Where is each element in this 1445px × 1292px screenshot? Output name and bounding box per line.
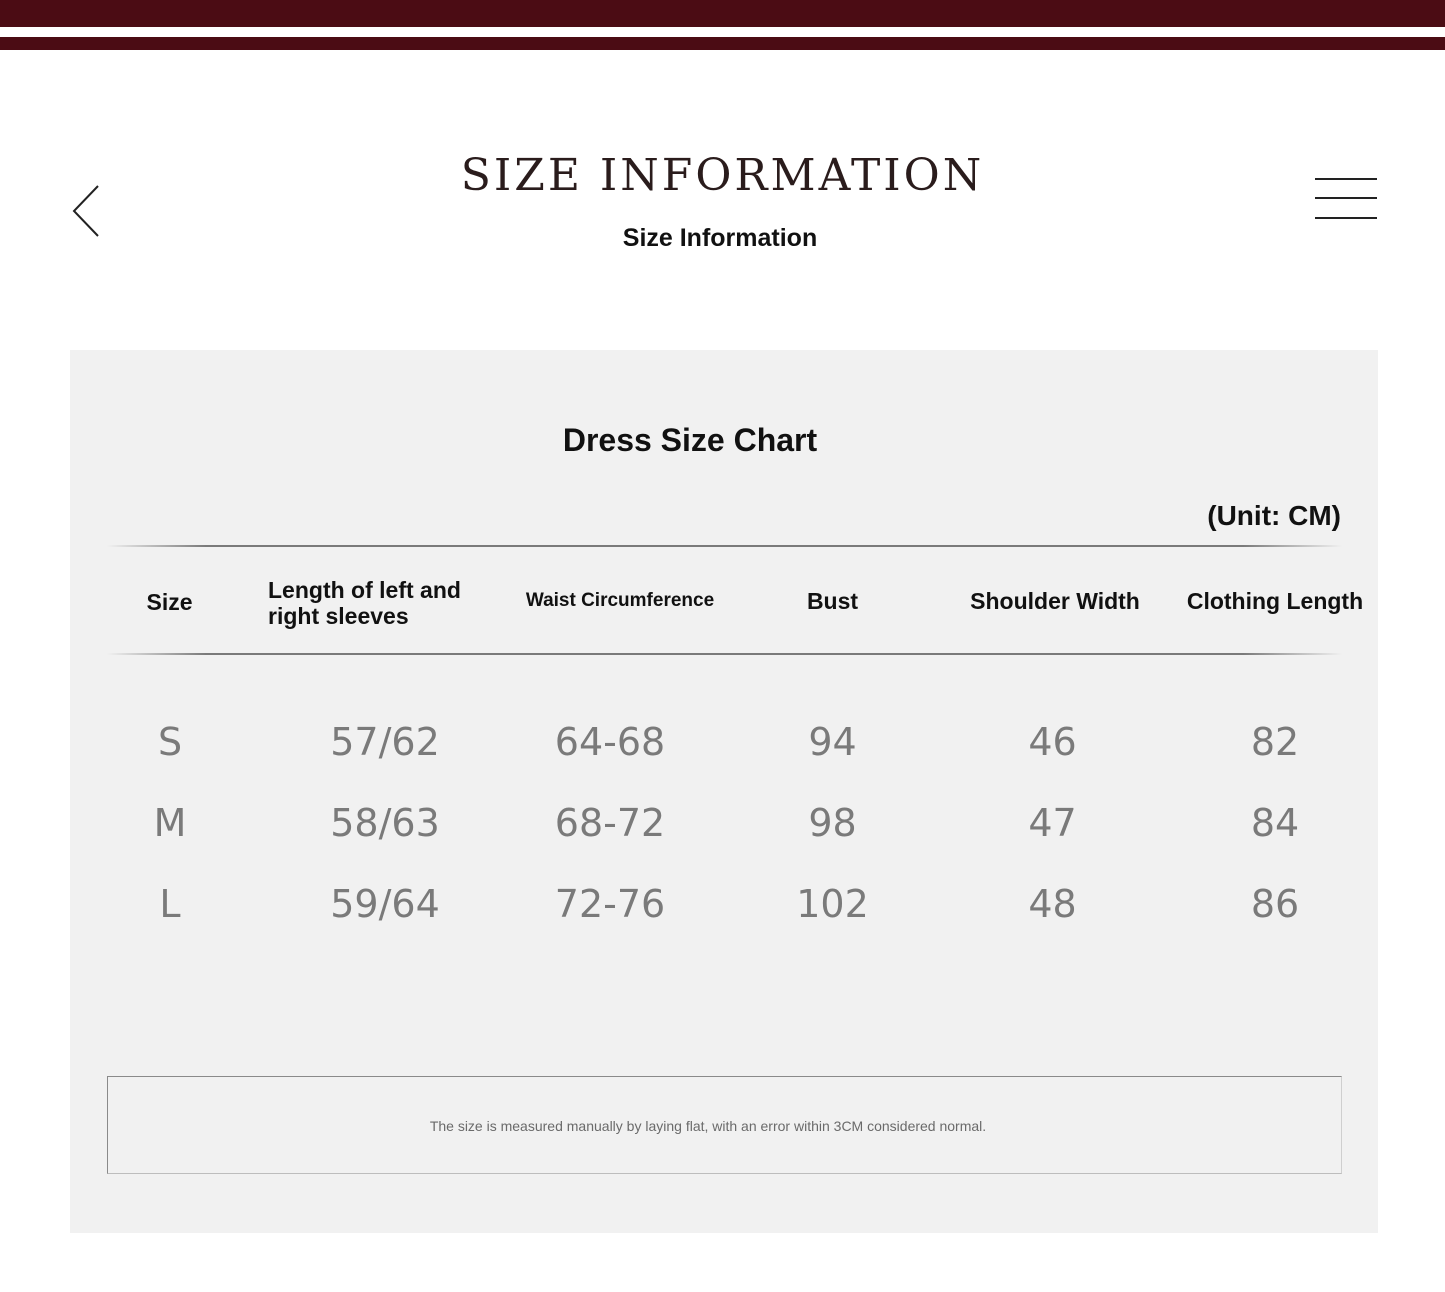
top-stripe-thin	[0, 37, 1445, 50]
cell-sleeve-length: 59/64	[330, 882, 440, 926]
table-row: L 59/64 72-76 102 48 86	[0, 878, 1445, 930]
cell-bust: 102	[796, 882, 869, 926]
cell-waist: 64-68	[554, 720, 666, 764]
table-row: M 58/63 68-72 98 47 84	[0, 797, 1445, 849]
unit-label: (Unit: CM)	[1207, 500, 1341, 531]
cell-shoulder: 47	[1028, 801, 1077, 845]
hamburger-menu-icon[interactable]	[1315, 176, 1377, 222]
column-header-sleeve-length: Length of left and right sleeves	[268, 577, 461, 629]
page-title: SIZE INFORMATION	[460, 150, 985, 201]
column-header-waist: Waist Circumference	[525, 590, 715, 611]
cell-length: 84	[1250, 801, 1300, 845]
top-stripe-thick	[0, 0, 1445, 27]
cell-bust: 94	[808, 720, 857, 764]
cell-sleeve-length: 57/62	[330, 720, 440, 764]
cell-size: M	[153, 801, 187, 845]
cell-sleeve-length: 58/63	[330, 801, 440, 845]
page-subtitle: Size Information	[622, 224, 818, 252]
header-top-rule	[107, 545, 1342, 547]
measurement-note-box: The size is measured manually by laying …	[107, 1076, 1342, 1174]
cell-shoulder: 46	[1028, 720, 1077, 764]
cell-shoulder: 48	[1028, 882, 1077, 926]
column-header-shoulder: Shoulder Width	[970, 588, 1140, 614]
column-header-size: Size	[146, 589, 193, 615]
header-bottom-rule	[107, 653, 1342, 655]
cell-length: 86	[1250, 882, 1300, 926]
measurement-note: The size is measured manually by laying …	[429, 1118, 987, 1134]
cell-waist: 72-76	[554, 882, 666, 926]
cell-size: L	[159, 882, 181, 926]
chart-title: Dress Size Chart	[562, 422, 818, 458]
cell-bust: 98	[808, 801, 857, 845]
cell-size: S	[157, 720, 183, 764]
column-header-bust: Bust	[806, 588, 859, 614]
column-header-length: Clothing Length	[1186, 588, 1364, 614]
table-row: S 57/62 64-68 94 46 82	[0, 716, 1445, 768]
cell-length: 82	[1250, 720, 1300, 764]
cell-waist: 68-72	[554, 801, 666, 845]
